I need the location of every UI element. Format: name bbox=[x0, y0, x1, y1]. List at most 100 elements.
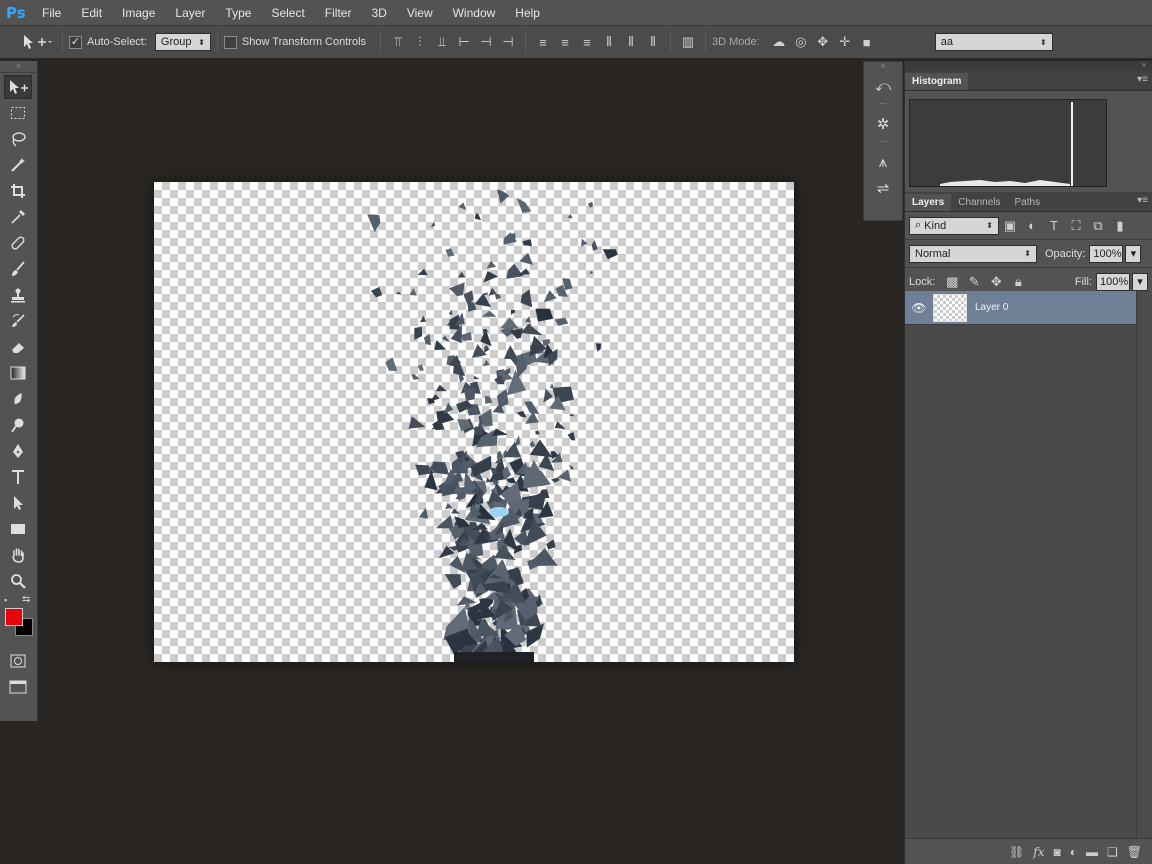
auto-select-dropdown[interactable]: Group ⬍ bbox=[154, 33, 211, 51]
new-layer-icon[interactable]: ❏ bbox=[1107, 845, 1118, 859]
crop-tool[interactable] bbox=[4, 179, 32, 203]
tab-paths[interactable]: Paths bbox=[1008, 194, 1048, 211]
layers-scrollbar[interactable] bbox=[1136, 291, 1152, 838]
align-right-icon[interactable]: ⊣ bbox=[497, 31, 519, 53]
show-transform-checkbox[interactable] bbox=[223, 35, 237, 49]
blend-mode-dropdown[interactable]: Normal ⬍ bbox=[909, 244, 1037, 263]
lasso-tool[interactable] bbox=[4, 127, 32, 151]
align-left-icon[interactable]: ⊢ bbox=[453, 31, 475, 53]
navigator-panel-icon[interactable]: ✲ bbox=[868, 112, 898, 136]
eraser-tool[interactable] bbox=[4, 335, 32, 359]
workspace-dropdown[interactable]: aa ⬍ bbox=[934, 33, 1053, 51]
delete-layer-icon[interactable]: 🗑︎ bbox=[1127, 845, 1142, 859]
lock-transparency-icon[interactable]: ▩ bbox=[941, 271, 963, 293]
lock-pixels-icon[interactable]: ✎ bbox=[963, 271, 985, 293]
tab-layers[interactable]: Layers bbox=[905, 194, 952, 211]
healing-brush-tool[interactable] bbox=[4, 231, 32, 255]
blur-tool[interactable] bbox=[4, 387, 32, 411]
align-hcenter-icon[interactable]: ⊣ bbox=[475, 31, 497, 53]
align-vcenter-icon[interactable]: ⫶ bbox=[409, 31, 431, 53]
gradient-tool[interactable] bbox=[4, 361, 32, 385]
distribute-top-icon[interactable]: ≡ bbox=[532, 31, 554, 53]
layer-name[interactable]: Layer 0 bbox=[975, 302, 1008, 313]
panel-menu-icon[interactable]: ▾≡ bbox=[1137, 74, 1148, 85]
align-bottom-icon[interactable]: ⫫ bbox=[431, 31, 453, 53]
tool-preset-picker[interactable] bbox=[16, 30, 56, 54]
menu-3d[interactable]: 3D bbox=[371, 6, 386, 20]
filter-toggle-icon[interactable]: ▮ bbox=[1109, 215, 1131, 237]
brush-presets-icon[interactable]: ⩚ bbox=[868, 150, 898, 174]
marquee-tool[interactable] bbox=[4, 101, 32, 125]
filter-shape-icon[interactable]: ⛶ bbox=[1065, 215, 1087, 237]
zoom-tool[interactable] bbox=[4, 569, 32, 593]
distribute-bottom-icon[interactable]: ≡ bbox=[576, 31, 598, 53]
link-layers-icon[interactable]: ⛓ bbox=[1009, 845, 1024, 859]
menu-image[interactable]: Image bbox=[122, 6, 155, 20]
default-colors-icon[interactable]: ▪ bbox=[4, 595, 7, 605]
distribute-vcenter-icon[interactable]: ≡ bbox=[554, 31, 576, 53]
swap-colors-icon[interactable]: ⇆ bbox=[22, 594, 30, 605]
menu-window[interactable]: Window bbox=[453, 6, 496, 20]
type-tool[interactable] bbox=[4, 465, 32, 489]
panel-collapse-icon[interactable]: » bbox=[0, 61, 37, 73]
auto-select-checkbox[interactable]: ✓ bbox=[69, 35, 82, 49]
brush-tool[interactable] bbox=[4, 257, 32, 281]
foreground-color-swatch[interactable] bbox=[5, 608, 23, 626]
new-group-icon[interactable]: ▬ bbox=[1086, 845, 1098, 859]
visibility-eye-icon[interactable]: 👁︎ bbox=[905, 301, 933, 315]
rectangle-tool[interactable] bbox=[4, 517, 32, 541]
history-brush-tool[interactable] bbox=[4, 309, 32, 333]
panel-collapse-icon[interactable]: » bbox=[905, 61, 1152, 71]
history-panel-icon[interactable]: ⤺ bbox=[868, 74, 898, 98]
menu-select[interactable]: Select bbox=[271, 6, 304, 20]
move-tool[interactable] bbox=[4, 75, 32, 99]
dodge-tool[interactable] bbox=[4, 413, 32, 437]
quick-mask-button[interactable] bbox=[4, 649, 32, 673]
menu-edit[interactable]: Edit bbox=[81, 6, 102, 20]
eyedropper-tool[interactable] bbox=[4, 205, 32, 229]
panel-menu-icon[interactable]: ▾≡ bbox=[1137, 195, 1148, 206]
3d-orbit-icon[interactable]: ☁ bbox=[768, 31, 790, 53]
opacity-slider-button[interactable]: ▾ bbox=[1125, 244, 1142, 263]
menu-filter[interactable]: Filter bbox=[325, 6, 352, 20]
filter-type-icon[interactable]: T bbox=[1043, 215, 1065, 237]
3d-slide-icon[interactable]: ✛ bbox=[834, 31, 856, 53]
tab-histogram[interactable]: Histogram bbox=[905, 73, 969, 90]
auto-align-icon[interactable]: ▥ bbox=[677, 31, 699, 53]
dock-expand-icon[interactable]: « bbox=[864, 62, 902, 72]
path-selection-tool[interactable] bbox=[4, 491, 32, 515]
filter-pixel-icon[interactable]: ▣ bbox=[999, 215, 1021, 237]
menu-type[interactable]: Type bbox=[225, 6, 251, 20]
pen-tool[interactable] bbox=[4, 439, 32, 463]
adjustments-panel-icon[interactable]: ⇌ bbox=[868, 176, 898, 200]
layer-filter-dropdown[interactable]: ⌕ Kind ⬍ bbox=[909, 216, 999, 235]
menu-layer[interactable]: Layer bbox=[175, 6, 205, 20]
fill-slider-button[interactable]: ▾ bbox=[1132, 272, 1148, 291]
lock-position-icon[interactable]: ✥ bbox=[985, 271, 1007, 293]
3d-scale-icon[interactable]: ■ bbox=[856, 31, 878, 53]
lock-all-icon[interactable]: 🔒︎ bbox=[1007, 271, 1029, 293]
distribute-left-icon[interactable]: ⦀ bbox=[598, 31, 620, 53]
distribute-right-icon[interactable]: ⦀ bbox=[642, 31, 664, 53]
opacity-field[interactable]: 100% bbox=[1089, 244, 1124, 263]
screen-mode-button[interactable] bbox=[4, 675, 32, 699]
distribute-hcenter-icon[interactable]: ⦀ bbox=[620, 31, 642, 53]
menu-help[interactable]: Help bbox=[515, 6, 540, 20]
align-top-icon[interactable]: ⫪ bbox=[387, 31, 409, 53]
filter-smart-object-icon[interactable]: ⧉ bbox=[1087, 215, 1109, 237]
menu-view[interactable]: View bbox=[407, 6, 433, 20]
new-adjustment-icon[interactable]: ◐ bbox=[1070, 845, 1077, 859]
hand-tool[interactable] bbox=[4, 543, 32, 567]
document-canvas[interactable] bbox=[154, 182, 794, 662]
fill-field[interactable]: 100% bbox=[1096, 272, 1130, 291]
clone-stamp-tool[interactable] bbox=[4, 283, 32, 307]
layer-style-icon[interactable]: fx bbox=[1033, 845, 1044, 859]
layer-row[interactable]: 👁︎ Layer 0 bbox=[905, 291, 1136, 325]
3d-roll-icon[interactable]: ◎ bbox=[790, 31, 812, 53]
filter-adjustment-icon[interactable]: ◐ bbox=[1021, 215, 1043, 237]
magic-wand-tool[interactable] bbox=[4, 153, 32, 177]
3d-pan-icon[interactable]: ✥ bbox=[812, 31, 834, 53]
menu-file[interactable]: File bbox=[42, 6, 61, 20]
add-mask-icon[interactable]: ◙ bbox=[1054, 845, 1061, 859]
tab-channels[interactable]: Channels bbox=[951, 194, 1007, 211]
